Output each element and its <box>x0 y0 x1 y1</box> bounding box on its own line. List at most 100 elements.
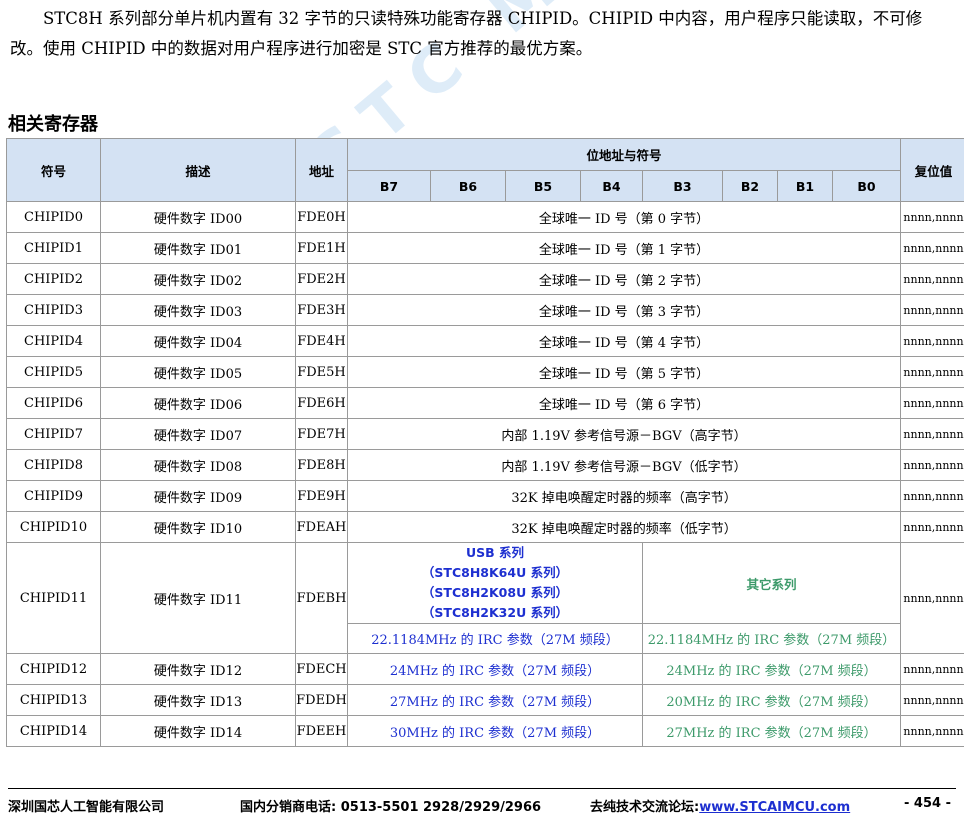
footer-divider <box>8 788 956 789</box>
cell-reset: nnnn,nnnn <box>900 449 964 481</box>
usb-model: （STC8H8K64U 系列） <box>421 565 569 580</box>
table-row: CHIPID3 硬件数字 ID03 FDE3H 全球唯一 ID 号（第 3 字节） nn… <box>6 294 964 326</box>
footer-company: 深圳国芯人工智能有限公司 <box>8 800 165 815</box>
cell-other-series-header: 其它系列 <box>641 542 902 624</box>
header-symbol: 符号 <box>6 138 101 202</box>
cell-symbol: CHIPID8 <box>6 449 101 481</box>
cell-symbol: CHIPID1 <box>6 232 101 264</box>
cell-reset: nnnn,nnnn <box>900 263 964 295</box>
table-row: CHIPID4 硬件数字 ID04 FDE4H 全球唯一 ID 号（第 4 字节） nn… <box>6 325 964 357</box>
cell-description: 硬件数字 ID14 <box>100 715 296 747</box>
header-bit-group: 位地址与符号 <box>346 138 902 171</box>
cell-description: 硬件数字 ID09 <box>100 480 296 512</box>
cell-reset: nnnn,nnnn <box>900 511 964 543</box>
register-table: 符号 描述 地址 位地址与符号 复位值 B7 B6 B5 B4 B3 B2 B1… <box>6 138 964 747</box>
table-row: CHIPID11 硬件数字 ID11 FDEBH USB 系列 （STC8H8K… <box>6 542 964 654</box>
cell-symbol: CHIPID0 <box>6 201 101 233</box>
cell-description: 硬件数字 ID12 <box>100 653 296 685</box>
cell-symbol: CHIPID13 <box>6 684 101 716</box>
cell-address: FDE1H <box>295 232 348 264</box>
table-row: CHIPID2 硬件数字 ID02 FDE2H 全球唯一 ID 号（第 2 字节） nn… <box>6 263 964 295</box>
header-bit: B0 <box>831 170 902 202</box>
cell-reset: nnnn,nnnn <box>900 387 964 419</box>
cell-address: FDE7H <box>295 418 348 450</box>
footer-forum-label: 去纯技术交流论坛: <box>590 800 700 815</box>
cell-reset: nnnn,nnnn <box>900 418 964 450</box>
cell-usb-value: 30MHz 的 IRC 参数（27M 频段） <box>347 715 643 747</box>
header-bit: B6 <box>430 170 506 202</box>
cell-symbol: CHIPID11 <box>6 542 101 654</box>
table-row: CHIPID9 硬件数字 ID09 FDE9H 32K 掉电唤醒定时器的频率（高字节）… <box>6 480 964 512</box>
cell-symbol: CHIPID2 <box>6 263 101 295</box>
cell-reset: nnnn,nnnn <box>900 325 964 357</box>
cell-reset: nnnn,nnnn <box>900 542 964 654</box>
header-address: 地址 <box>295 138 348 202</box>
table-row: CHIPID7 硬件数字 ID07 FDE7H 内部 1.19V 参考信号源－BGV（… <box>6 418 964 450</box>
header-description: 描述 <box>100 138 296 202</box>
cell-symbol: CHIPID7 <box>6 418 101 450</box>
cell-usb-value: 22.1184MHz 的 IRC 参数（27M 频段） <box>347 623 643 654</box>
cell-description: 硬件数字 ID06 <box>100 387 296 419</box>
table-row: CHIPID12 硬件数字 ID12 FDECH 24MHz 的 IRC 参数（27M… <box>6 653 964 685</box>
cell-content: 全球唯一 ID 号（第 4 字节） <box>346 325 902 357</box>
cell-content: 32K 掉电唤醒定时器的频率（高字节） <box>346 480 902 512</box>
footer-phone: 国内分销商电话: 0513-5501 2928/2929/2966 <box>240 800 542 815</box>
cell-description: 硬件数字 ID10 <box>100 511 296 543</box>
cell-description: 硬件数字 ID02 <box>100 263 296 295</box>
cell-usb-value: 24MHz 的 IRC 参数（27M 频段） <box>347 653 643 685</box>
cell-other-value: 22.1184MHz 的 IRC 参数（27M 频段） <box>641 623 902 654</box>
cell-symbol: CHIPID4 <box>6 325 101 357</box>
cell-symbol: CHIPID5 <box>6 356 101 388</box>
header-reset: 复位值 <box>900 138 964 202</box>
cell-symbol: CHIPID12 <box>6 653 101 685</box>
header-bit: B2 <box>722 170 778 202</box>
table-row: CHIPID5 硬件数字 ID05 FDE5H 全球唯一 ID 号（第 5 字节） nn… <box>6 356 964 388</box>
cell-description: 硬件数字 ID05 <box>100 356 296 388</box>
cell-address: FDEBH <box>295 542 348 654</box>
cell-description: 硬件数字 ID08 <box>100 449 296 481</box>
cell-address: FDECH <box>295 653 348 685</box>
cell-content: 全球唯一 ID 号（第 2 字节） <box>346 263 902 295</box>
cell-reset: nnnn,nnnn <box>900 684 964 716</box>
header-bit: B5 <box>505 170 581 202</box>
cell-symbol: CHIPID10 <box>6 511 101 543</box>
cell-address: FDE0H <box>295 201 348 233</box>
cell-symbol: CHIPID6 <box>6 387 101 419</box>
footer-page-number: - 454 - <box>904 796 951 811</box>
header-bit: B1 <box>777 170 833 202</box>
cell-reset: nnnn,nnnn <box>900 232 964 264</box>
header-bit: B7 <box>347 170 431 202</box>
cell-address: FDE9H <box>295 480 348 512</box>
cell-reset: nnnn,nnnn <box>900 715 964 747</box>
table-row: CHIPID1 硬件数字 ID01 FDE1H 全球唯一 ID 号（第 1 字节） nn… <box>6 232 964 264</box>
cell-content: 全球唯一 ID 号（第 0 字节） <box>346 201 902 233</box>
cell-content: 全球唯一 ID 号（第 6 字节） <box>346 387 902 419</box>
intro-paragraph: STC8H 系列部分单片机内置有 32 字节的只读特殊功能寄存器 CHIPID。… <box>10 9 923 58</box>
cell-reset: nnnn,nnnn <box>900 480 964 512</box>
cell-content: 全球唯一 ID 号（第 3 字节） <box>346 294 902 326</box>
cell-symbol: CHIPID3 <box>6 294 101 326</box>
cell-symbol: CHIPID14 <box>6 715 101 747</box>
cell-description: 硬件数字 ID04 <box>100 325 296 357</box>
cell-address: FDE6H <box>295 387 348 419</box>
cell-description: 硬件数字 ID11 <box>100 542 296 654</box>
usb-model: （STC8H2K08U 系列） <box>421 585 569 600</box>
cell-description: 硬件数字 ID13 <box>100 684 296 716</box>
header-bit: B4 <box>580 170 643 202</box>
usb-series-title: USB 系列 <box>465 545 525 560</box>
cell-address: FDE3H <box>295 294 348 326</box>
cell-address: FDE5H <box>295 356 348 388</box>
footer-forum-link[interactable]: www.STCAIMCU.com <box>699 800 850 815</box>
header-bit: B3 <box>642 170 723 202</box>
section-title: 相关寄存器 <box>8 114 98 135</box>
cell-address: FDE2H <box>295 263 348 295</box>
cell-description: 硬件数字 ID03 <box>100 294 296 326</box>
cell-other-value: 24MHz 的 IRC 参数（27M 频段） <box>641 653 902 685</box>
cell-reset: nnnn,nnnn <box>900 653 964 685</box>
cell-other-value: 27MHz 的 IRC 参数（27M 频段） <box>641 715 902 747</box>
cell-reset: nnnn,nnnn <box>900 294 964 326</box>
cell-reset: nnnn,nnnn <box>900 201 964 233</box>
table-row: CHIPID10 硬件数字 ID10 FDEAH 32K 掉电唤醒定时器的频率（低字节… <box>6 511 964 543</box>
footer-forum: 去纯技术交流论坛:www.STCAIMCU.com <box>590 796 850 815</box>
cell-content: 内部 1.19V 参考信号源－BGV（高字节） <box>346 418 902 450</box>
